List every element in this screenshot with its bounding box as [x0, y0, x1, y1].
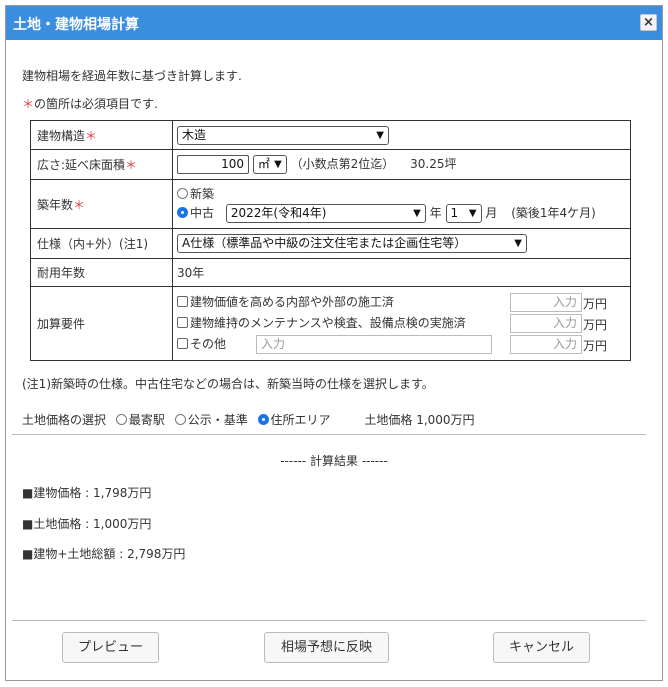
- checkbox-icon[interactable]: [177, 316, 188, 328]
- month-select[interactable]: 1 ▼: [445, 203, 482, 223]
- addition-interior-checkbox[interactable]: 建物価値を高める内部や外部の施工済: [177, 295, 394, 309]
- checkbox-icon[interactable]: [177, 295, 188, 307]
- chevron-down-icon: ▼: [274, 159, 282, 170]
- year-select[interactable]: 2022年(令和4年) ▼: [225, 203, 426, 223]
- land-option-public[interactable]: 公示・基準: [174, 413, 248, 427]
- addition-maintenance-checkbox[interactable]: 建物維持のメンテナンスや検査、設備点検の実施済: [177, 316, 466, 330]
- land-price-value: 土地価格 1,000万円: [364, 413, 475, 427]
- spec-label: 仕様（内+外）(注1): [30, 228, 173, 259]
- result-land: ■土地価格 : 1,000万円: [22, 517, 152, 531]
- area-tsubo: 30.25坪: [410, 157, 457, 171]
- structure-label: 建物構造＊: [30, 120, 173, 150]
- year-suffix: 年: [429, 205, 442, 220]
- structure-select[interactable]: 木造 ▼: [177, 125, 389, 145]
- chevron-down-icon: ▼: [514, 238, 522, 249]
- radio-icon[interactable]: [115, 414, 127, 425]
- chevron-down-icon: ▼: [413, 207, 421, 219]
- row-area: 広さ:延べ床面積＊ 100 ㎡ ▼ （小数点第2位迄） 30.25坪: [30, 149, 631, 180]
- spec-footnote: (注1)新築時の仕様。中古住宅などの場合は、新築当時の仕様を選択します。: [22, 377, 434, 391]
- required-note-text: の箇所は必須項目です.: [34, 97, 158, 111]
- land-option-area[interactable]: 住所エリア: [257, 413, 331, 427]
- addition-maintenance-amount[interactable]: 入力: [510, 313, 582, 333]
- checkbox-icon[interactable]: [177, 337, 188, 349]
- result-heading: ------ 計算結果 ------: [280, 454, 388, 468]
- input-table: 建物構造＊ 木造 ▼ 広さ:延べ床面積＊ 100 ㎡ ▼ （小数点第2位迄） 30.…: [30, 120, 631, 361]
- radio-selected-icon[interactable]: [257, 414, 269, 425]
- cancel-button[interactable]: キャンセル: [493, 632, 590, 663]
- row-spec: 仕様（内+外）(注1) A仕様（標準品や中級の注文住宅または企画住宅等） ▼: [30, 228, 631, 259]
- life-label: 耐用年数: [30, 258, 173, 287]
- land-price-label: 土地価格の選択: [22, 413, 107, 427]
- spec-select[interactable]: A仕様（標準品や中級の注文住宅または企画住宅等） ▼: [177, 234, 527, 253]
- addition-other-amount[interactable]: 入力: [510, 334, 582, 354]
- addition-maintenance-unit: 万円: [583, 317, 608, 332]
- result-building: ■建物価格 : 1,798万円: [22, 486, 152, 500]
- dialog-title: 土地・建物相場計算: [13, 17, 139, 33]
- row-life: 耐用年数 30年: [30, 258, 631, 287]
- addition-interior-amount[interactable]: 入力: [510, 292, 582, 312]
- age-new-option[interactable]: 新築: [177, 185, 630, 202]
- row-additions: 加算要件 建物価値を高める内部や外部の施工済 入力 万円 建物維持のメンテナンス…: [30, 286, 631, 361]
- area-unit-select[interactable]: ㎡ ▼: [252, 155, 287, 174]
- elapsed-text: (築後1年4ケ月): [511, 205, 596, 220]
- area-input[interactable]: 100: [177, 155, 249, 174]
- land-option-station[interactable]: 最寄駅: [115, 413, 165, 427]
- land-price-selector: 土地価格の選択 最寄駅 公示・基準 住所エリア 土地価格 1,000万円: [22, 411, 475, 428]
- row-age: 築年数＊ 新築 中古 2022年(令和4年) ▼ 年 1 ▼ 月 (築後1年4ケ月): [30, 179, 631, 229]
- addition-interior-unit: 万円: [583, 296, 608, 311]
- area-label: 広さ:延べ床面積＊: [30, 149, 173, 180]
- radio-icon[interactable]: [177, 187, 188, 199]
- apply-button[interactable]: 相場予想に反映: [264, 632, 389, 663]
- chevron-down-icon: ▼: [376, 129, 384, 141]
- close-icon: ×: [643, 15, 654, 30]
- chevron-down-icon: ▼: [468, 207, 477, 219]
- required-note: ＊の箇所は必須項目です.: [22, 95, 158, 112]
- addition-other-text[interactable]: 入力: [256, 334, 492, 354]
- dialog-titlebar: 土地・建物相場計算 ×: [6, 6, 662, 40]
- addition-other-unit: 万円: [583, 338, 608, 353]
- life-value: 30年: [172, 258, 631, 287]
- radio-icon[interactable]: [174, 414, 186, 425]
- result-total: ■建物+土地総額 : 2,798万円: [22, 547, 186, 561]
- additions-label: 加算要件: [30, 286, 173, 361]
- row-structure: 建物構造＊ 木造 ▼: [30, 120, 631, 150]
- intro-text: 建物相場を経過年数に基づき計算します.: [22, 69, 242, 83]
- area-hint: （小数点第2位迄）: [290, 157, 395, 171]
- close-button[interactable]: ×: [640, 14, 657, 31]
- month-suffix: 月: [485, 205, 498, 220]
- divider: [12, 434, 646, 435]
- footer-divider: [12, 620, 646, 621]
- addition-other-checkbox[interactable]: その他: [177, 337, 226, 351]
- radio-selected-icon[interactable]: [177, 206, 188, 218]
- required-mark: ＊: [22, 97, 35, 111]
- age-label: 築年数＊: [30, 179, 173, 229]
- age-used-option[interactable]: 中古: [177, 206, 214, 220]
- preview-button[interactable]: プレビュー: [62, 632, 159, 663]
